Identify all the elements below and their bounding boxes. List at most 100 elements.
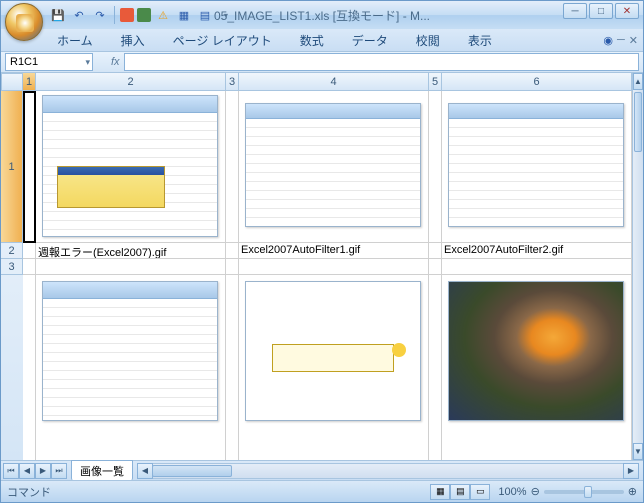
- cell-r4c1[interactable]: [23, 275, 36, 460]
- cell-r4c5[interactable]: [429, 275, 442, 460]
- scroll-right-button[interactable]: ▶: [623, 463, 639, 479]
- thumbnail-5: [245, 281, 421, 421]
- cell-r2c1[interactable]: [23, 243, 36, 259]
- formula-bar-row: R1C1 fx: [1, 51, 643, 73]
- scroll-down-button[interactable]: ▼: [633, 443, 643, 460]
- thumbnail-3: [448, 103, 624, 227]
- cell-r4c3[interactable]: [226, 275, 239, 460]
- thumbnail-4: [42, 281, 218, 421]
- save-icon[interactable]: 💾: [49, 6, 67, 24]
- col-header-6[interactable]: 6: [442, 73, 632, 91]
- vertical-scrollbar[interactable]: ▲ ▼: [632, 73, 643, 460]
- row-header-1[interactable]: 1: [1, 91, 23, 243]
- cell-r1c3[interactable]: [226, 91, 239, 243]
- sheet-next-button[interactable]: ▶: [35, 463, 51, 479]
- cell-r2c5[interactable]: [429, 243, 442, 259]
- cell-r3c6[interactable]: [442, 259, 632, 275]
- banner-ad-thumbnail: [272, 344, 394, 372]
- undo-icon[interactable]: ↶: [70, 6, 88, 24]
- tab-home[interactable]: ホーム: [51, 30, 99, 51]
- grid-icon[interactable]: ▦: [175, 6, 193, 24]
- close-button[interactable]: ✕: [615, 3, 639, 19]
- tab-page-layout[interactable]: ページ レイアウト: [167, 30, 278, 51]
- ribbon-close-icon[interactable]: ✕: [629, 34, 638, 47]
- sheet-nav: ⏮ ◀ ▶ ⏭: [3, 463, 67, 479]
- table-icon[interactable]: ▤: [196, 6, 214, 24]
- cell-r1c6[interactable]: [442, 91, 632, 243]
- zoom-control: 100% ⊖ ⊕: [498, 485, 637, 498]
- cell-grid[interactable]: 週報エラー(Excel2007).gif Excel2007AutoFilter…: [23, 91, 632, 460]
- active-cell[interactable]: [23, 91, 36, 243]
- scroll-h-thumb[interactable]: [152, 465, 232, 477]
- cell-r2c2[interactable]: 週報エラー(Excel2007).gif: [36, 243, 226, 259]
- scroll-v-thumb[interactable]: [634, 92, 642, 152]
- custom-icon-1[interactable]: [120, 8, 134, 22]
- quick-access-toolbar: 💾 ↶ ↷ ⚠ ▦ ▤ ▾: [49, 6, 235, 24]
- cell-r2c6[interactable]: Excel2007AutoFilter2.gif: [442, 243, 632, 259]
- zoom-value[interactable]: 100%: [498, 486, 526, 498]
- warning-icon[interactable]: ⚠: [154, 6, 172, 24]
- col-header-2[interactable]: 2: [36, 73, 226, 91]
- sheet-tab-active[interactable]: 画像一覧: [71, 460, 133, 481]
- sheet-last-button[interactable]: ⏭: [51, 463, 67, 479]
- cell-r3c2[interactable]: [36, 259, 226, 275]
- tab-insert[interactable]: 挿入: [115, 30, 151, 51]
- cell-r3c5[interactable]: [429, 259, 442, 275]
- col-header-3[interactable]: 3: [226, 73, 239, 91]
- zoom-out-button[interactable]: ⊖: [531, 485, 540, 498]
- zoom-in-button[interactable]: ⊕: [628, 485, 637, 498]
- row-header-3[interactable]: 3: [1, 259, 23, 275]
- zoom-slider[interactable]: [544, 490, 624, 494]
- col-header-5[interactable]: 5: [429, 73, 442, 91]
- cell-r4c2[interactable]: [36, 275, 226, 460]
- horizontal-scrollbar[interactable]: ◀ ▶: [137, 463, 639, 479]
- help-icon[interactable]: ◉: [603, 34, 613, 47]
- window-title: 05_IMAGE_LIST1.xls [互換モード] - M...: [214, 7, 430, 24]
- scroll-left-button[interactable]: ◀: [137, 463, 153, 479]
- sheet-tab-bar: ⏮ ◀ ▶ ⏭ 画像一覧 ◀ ▶: [1, 460, 643, 480]
- thumbnail-2: [245, 103, 421, 227]
- sheet-prev-button[interactable]: ◀: [19, 463, 35, 479]
- cell-r1c2[interactable]: [36, 91, 226, 243]
- col-header-1[interactable]: 1: [23, 73, 36, 91]
- cell-r3c3[interactable]: [226, 259, 239, 275]
- maximize-button[interactable]: □: [589, 3, 613, 19]
- cell-r3c1[interactable]: [23, 259, 36, 275]
- redo-icon[interactable]: ↷: [91, 6, 109, 24]
- cell-r1c5[interactable]: [429, 91, 442, 243]
- col-header-4[interactable]: 4: [239, 73, 429, 91]
- scroll-v-track[interactable]: [633, 90, 643, 443]
- tab-review[interactable]: 校閲: [410, 30, 446, 51]
- tab-formulas[interactable]: 数式: [294, 30, 330, 51]
- name-box[interactable]: R1C1: [5, 53, 93, 71]
- custom-icon-2[interactable]: [137, 8, 151, 22]
- tab-data[interactable]: データ: [346, 30, 394, 51]
- qat-separator: [114, 6, 115, 24]
- fx-icon[interactable]: fx: [111, 56, 120, 68]
- cell-r2c4[interactable]: Excel2007AutoFilter1.gif: [239, 243, 429, 259]
- cell-r3c4[interactable]: [239, 259, 429, 275]
- normal-view-button[interactable]: ▦: [430, 484, 450, 500]
- view-buttons: ▦ ▤ ▭: [430, 484, 490, 500]
- office-button[interactable]: [5, 3, 43, 41]
- worksheet-area: 1 2 3 4 5 6 1 2 3: [1, 73, 643, 460]
- tab-view[interactable]: 表示: [462, 30, 498, 51]
- select-all-corner[interactable]: [1, 73, 23, 91]
- thumbnail-6-photo: [448, 281, 624, 421]
- minimize-ribbon-icon[interactable]: ─: [617, 34, 625, 47]
- minimize-button[interactable]: ─: [563, 3, 587, 19]
- page-layout-view-button[interactable]: ▤: [450, 484, 470, 500]
- row-header-2[interactable]: 2: [1, 243, 23, 259]
- window-controls: ─ □ ✕: [563, 3, 639, 19]
- cell-r2c3[interactable]: [226, 243, 239, 259]
- page-break-view-button[interactable]: ▭: [470, 484, 490, 500]
- cell-r4c6[interactable]: [442, 275, 632, 460]
- formula-bar[interactable]: [124, 53, 639, 71]
- ribbon-tabs: ホーム 挿入 ページ レイアウト 数式 データ 校閲 表示 ◉ ─ ✕: [1, 29, 643, 51]
- cell-r1c4[interactable]: [239, 91, 429, 243]
- sheet-first-button[interactable]: ⏮: [3, 463, 19, 479]
- cell-r4c4[interactable]: [239, 275, 429, 460]
- scroll-up-button[interactable]: ▲: [633, 73, 643, 90]
- ribbon-help-area: ◉ ─ ✕: [603, 34, 638, 47]
- zoom-slider-handle[interactable]: [584, 486, 592, 498]
